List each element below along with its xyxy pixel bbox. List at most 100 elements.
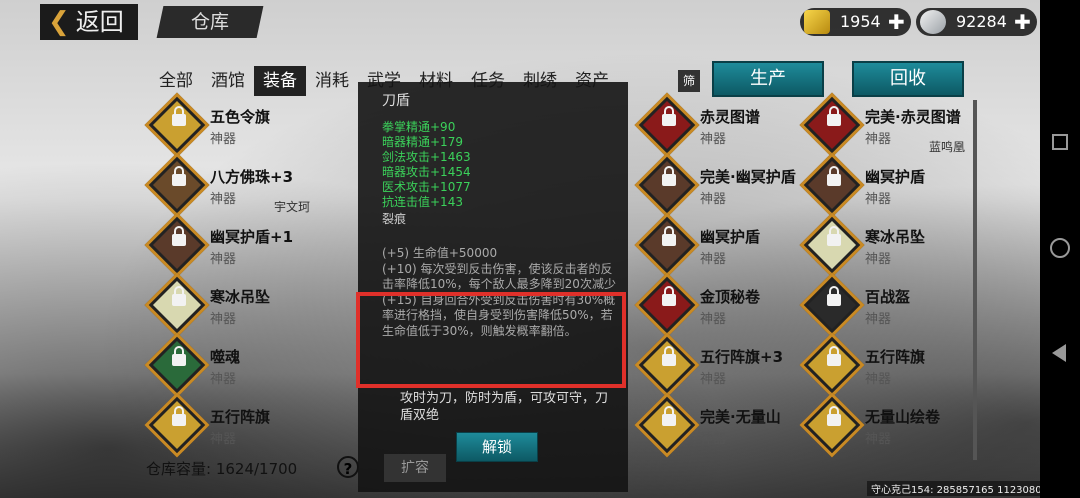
stat-line: 剑法攻击+1463	[382, 150, 471, 164]
filter-button[interactable]: 筛	[678, 70, 700, 92]
add-silver-button[interactable]: ✚	[1014, 8, 1031, 36]
item-type: 神器	[700, 132, 727, 147]
silver-ingot-icon	[920, 10, 946, 34]
unlock-button[interactable]: 解锁	[456, 432, 538, 462]
top-bar: ❮ 返回 仓库 1954 ✚ 92284 ✚	[0, 0, 1040, 44]
item-name: 金顶秘卷	[700, 288, 761, 306]
item-name: 五行阵旗	[865, 348, 926, 366]
inventory-item[interactable]: 五行阵旗 神器	[144, 392, 310, 458]
add-gold-button[interactable]: ✚	[888, 8, 905, 36]
inventory-item[interactable]: 八方佛珠+3 神器宇文珂	[144, 152, 311, 218]
tooltip-title: 刀盾	[382, 93, 410, 109]
item-type: 神器	[700, 252, 727, 267]
item-type: 神器	[865, 312, 892, 327]
grid-scrollbar[interactable]	[973, 100, 977, 460]
item-type: 神器	[865, 192, 892, 207]
inventory-item[interactable]: 完美·无量山 神器	[634, 392, 800, 458]
recycle-button[interactable]: 回收	[852, 61, 964, 97]
stat-line: 暗器精通+179	[382, 135, 463, 149]
silver-currency: 92284 ✚	[916, 8, 1037, 36]
tab-3[interactable]: 消耗	[306, 66, 358, 96]
inventory-item[interactable]: 幽冥护盾 神器	[634, 212, 800, 278]
item-name: 寒冰吊坠	[210, 288, 271, 306]
lock-icon	[827, 286, 841, 306]
status-ticker: 守心克己154: 285857165 11230808	[867, 481, 1052, 496]
inventory-item[interactable]: 百战盔 神器	[799, 272, 965, 338]
inventory-item[interactable]: 金顶秘卷 神器	[634, 272, 800, 338]
inventory-item[interactable]: 五行阵旗 神器	[799, 332, 965, 398]
item-name: 完美·幽冥护盾	[700, 168, 796, 186]
system-nav-bar	[1040, 0, 1080, 498]
inventory-item[interactable]: 无量山绘卷 神器	[799, 392, 965, 458]
back-button[interactable]: ❮ 返回	[40, 4, 138, 40]
inventory-item[interactable]: 赤灵图谱 神器	[634, 92, 800, 158]
highlight-box	[356, 292, 626, 388]
item-type: 神器	[700, 432, 727, 447]
item-name: 幽冥护盾+1	[210, 228, 294, 246]
back-nav-icon[interactable]	[1052, 344, 1066, 362]
lock-icon	[662, 226, 676, 246]
tooltip-flavor: 攻时为刀，防时为盾，可攻可守，刀盾双绝	[400, 391, 609, 423]
lock-icon	[172, 106, 186, 126]
lock-icon	[827, 166, 841, 186]
tab-2[interactable]: 装备	[254, 66, 306, 96]
item-name: 五行阵旗+3	[700, 348, 784, 366]
effect-line: (+5) 生命值+50000	[382, 246, 498, 260]
inventory-item[interactable]: 寒冰吊坠 神器	[799, 212, 965, 278]
home-icon[interactable]	[1050, 238, 1070, 258]
lock-icon	[172, 286, 186, 306]
inventory-item[interactable]: 噬魂 神器	[144, 332, 310, 398]
lock-icon	[662, 406, 676, 426]
item-type: 神器	[865, 372, 892, 387]
item-name: 幽冥护盾	[865, 168, 926, 186]
inventory-item[interactable]: 幽冥护盾 神器	[799, 152, 965, 218]
item-owner: 宇文珂	[274, 200, 311, 214]
lock-icon	[662, 106, 676, 126]
item-owner: 蓝鸣凰	[929, 140, 966, 154]
gold-ingot-icon	[804, 10, 830, 34]
tooltip-section: 裂痕	[382, 212, 407, 226]
stat-line: 拳掌精通+90	[382, 120, 456, 134]
inventory-item[interactable]: 五色令旗 神器	[144, 92, 310, 158]
inventory-item[interactable]: 寒冰吊坠 神器	[144, 272, 310, 338]
inventory-item[interactable]: 完美·幽冥护盾 神器	[634, 152, 800, 218]
item-name: 幽冥护盾	[700, 228, 761, 246]
item-name: 百战盔	[865, 288, 911, 306]
stat-line: 暗器攻击+1454	[382, 165, 471, 179]
chevron-left-icon: ❮	[48, 7, 70, 37]
item-tooltip: 刀盾 拳掌精通+90 暗器精通+179 剑法攻击+1463 暗器攻击+1454 医术攻击…	[358, 82, 628, 492]
tooltip-stats: 拳掌精通+90 暗器精通+179 剑法攻击+1463 暗器攻击+1454 医术攻击+10…	[382, 120, 471, 210]
item-name: 无量山绘卷	[865, 408, 941, 426]
item-type: 神器	[210, 432, 237, 447]
lock-icon	[172, 226, 186, 246]
lock-icon	[172, 346, 186, 366]
item-name: 八方佛珠+3	[210, 168, 294, 186]
inventory-item[interactable]: 完美·赤灵图谱 神器 蓝鸣凰	[799, 92, 966, 158]
recent-apps-icon[interactable]	[1052, 134, 1068, 150]
produce-button[interactable]: 生产	[712, 61, 824, 97]
page-title: 仓库	[156, 6, 264, 38]
lock-icon	[662, 346, 676, 366]
item-type: 神器	[210, 132, 237, 147]
back-label: 返回	[75, 8, 124, 36]
lock-icon	[827, 346, 841, 366]
expand-button[interactable]: 扩容	[384, 454, 446, 482]
lock-icon	[827, 106, 841, 126]
gold-currency: 1954 ✚	[800, 8, 911, 36]
item-name: 五色令旗	[210, 108, 271, 126]
inventory-item[interactable]: 五行阵旗+3 神器	[634, 332, 800, 398]
item-type: 神器	[210, 372, 237, 387]
tab-1[interactable]: 酒馆	[202, 66, 254, 96]
item-type: 神器	[210, 312, 237, 327]
inventory-item[interactable]: 幽冥护盾+1 神器	[144, 212, 310, 278]
lock-icon	[827, 406, 841, 426]
help-button[interactable]: ?	[337, 456, 359, 478]
item-type: 神器	[210, 192, 237, 207]
silver-amount: 92284	[956, 12, 1007, 31]
lock-icon	[172, 406, 186, 426]
item-name: 完美·无量山	[700, 408, 781, 426]
lock-icon	[172, 166, 186, 186]
capacity-label: 仓库容量: 1624/1700	[146, 460, 298, 478]
lock-icon	[662, 286, 676, 306]
lock-icon	[662, 166, 676, 186]
